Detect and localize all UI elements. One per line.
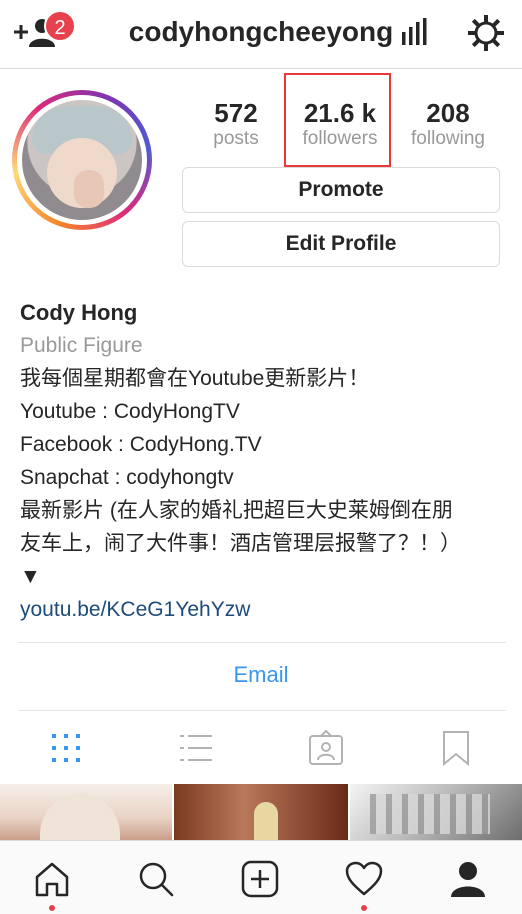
activity-notification-dot [361, 905, 367, 911]
posts-count: 572 [214, 98, 258, 128]
avatar[interactable] [12, 90, 152, 230]
photo-thumbnail[interactable] [174, 784, 348, 840]
photo-thumbnail[interactable] [350, 784, 522, 840]
bio-line: Snapchat : codyhongtv [20, 466, 234, 489]
bio-section: Cody Hong Public Figure 我每個星期都會在Youtube更… [20, 296, 510, 626]
tagged-icon[interactable] [306, 728, 346, 768]
edit-profile-button[interactable]: Edit Profile [182, 221, 500, 267]
heart-icon[interactable] [344, 859, 384, 899]
list-icon[interactable] [176, 728, 216, 768]
thumbnail-detail [254, 802, 278, 840]
promote-button[interactable]: Promote [182, 167, 500, 213]
grid-icon[interactable] [46, 728, 86, 768]
followers-highlight-box [284, 73, 391, 167]
following-count: 208 [426, 98, 470, 128]
profile-icon[interactable] [448, 859, 488, 899]
profile-photo [22, 100, 142, 220]
bio-line: 友车上，闹了大件事！酒店管理层报警了？！） [20, 532, 461, 555]
profile-category: Public Figure [20, 334, 143, 357]
search-icon[interactable] [136, 859, 176, 899]
bio-link[interactable]: youtu.be/KCeG1YehYzw [20, 593, 510, 626]
following-label: following [411, 128, 485, 149]
posts-label: posts [213, 128, 259, 149]
profile-name: Cody Hong [20, 300, 138, 325]
thumbnail-detail [40, 794, 120, 840]
avatar-border [17, 95, 147, 225]
page-title: codyhongcheeyong [128, 16, 394, 47]
saved-icon[interactable] [436, 728, 476, 768]
photo-grid [0, 784, 522, 840]
stat-following[interactable]: 208 following [402, 98, 494, 150]
photo-hand [74, 170, 104, 208]
thumbnail-detail [370, 794, 490, 834]
divider [18, 710, 506, 711]
home-icon[interactable] [32, 859, 72, 899]
bio-line: 最新影片 (在人家的婚礼把超巨大史莱姆倒在朋 [20, 499, 453, 522]
home-notification-dot [49, 905, 55, 911]
insights-icon[interactable] [400, 18, 430, 51]
divider [18, 642, 506, 643]
gear-icon[interactable] [468, 15, 504, 56]
add-post-icon[interactable] [240, 859, 280, 899]
top-bar: 2 codyhongcheeyong [0, 0, 522, 69]
email-button[interactable]: Email [0, 662, 522, 688]
bio-line: Facebook : CodyHong.TV [20, 433, 262, 456]
bottom-nav [0, 840, 522, 914]
stat-posts[interactable]: 572 posts [196, 98, 276, 150]
bio-line: ▼ [20, 565, 41, 588]
bio-line: Youtube : CodyHongTV [20, 400, 240, 423]
photo-thumbnail[interactable] [0, 784, 172, 840]
bio-line: 我每個星期都會在Youtube更新影片！ [20, 367, 370, 390]
